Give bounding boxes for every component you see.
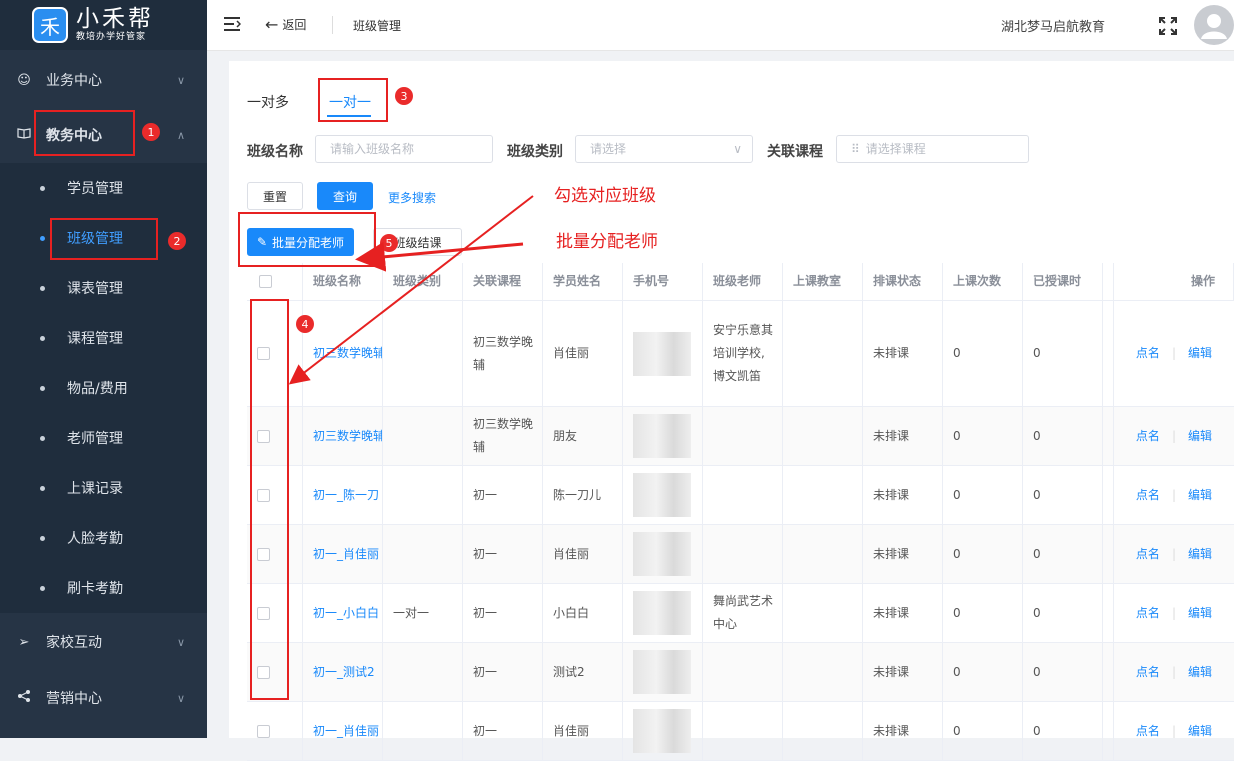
annotation-arrows [288,195,534,385]
